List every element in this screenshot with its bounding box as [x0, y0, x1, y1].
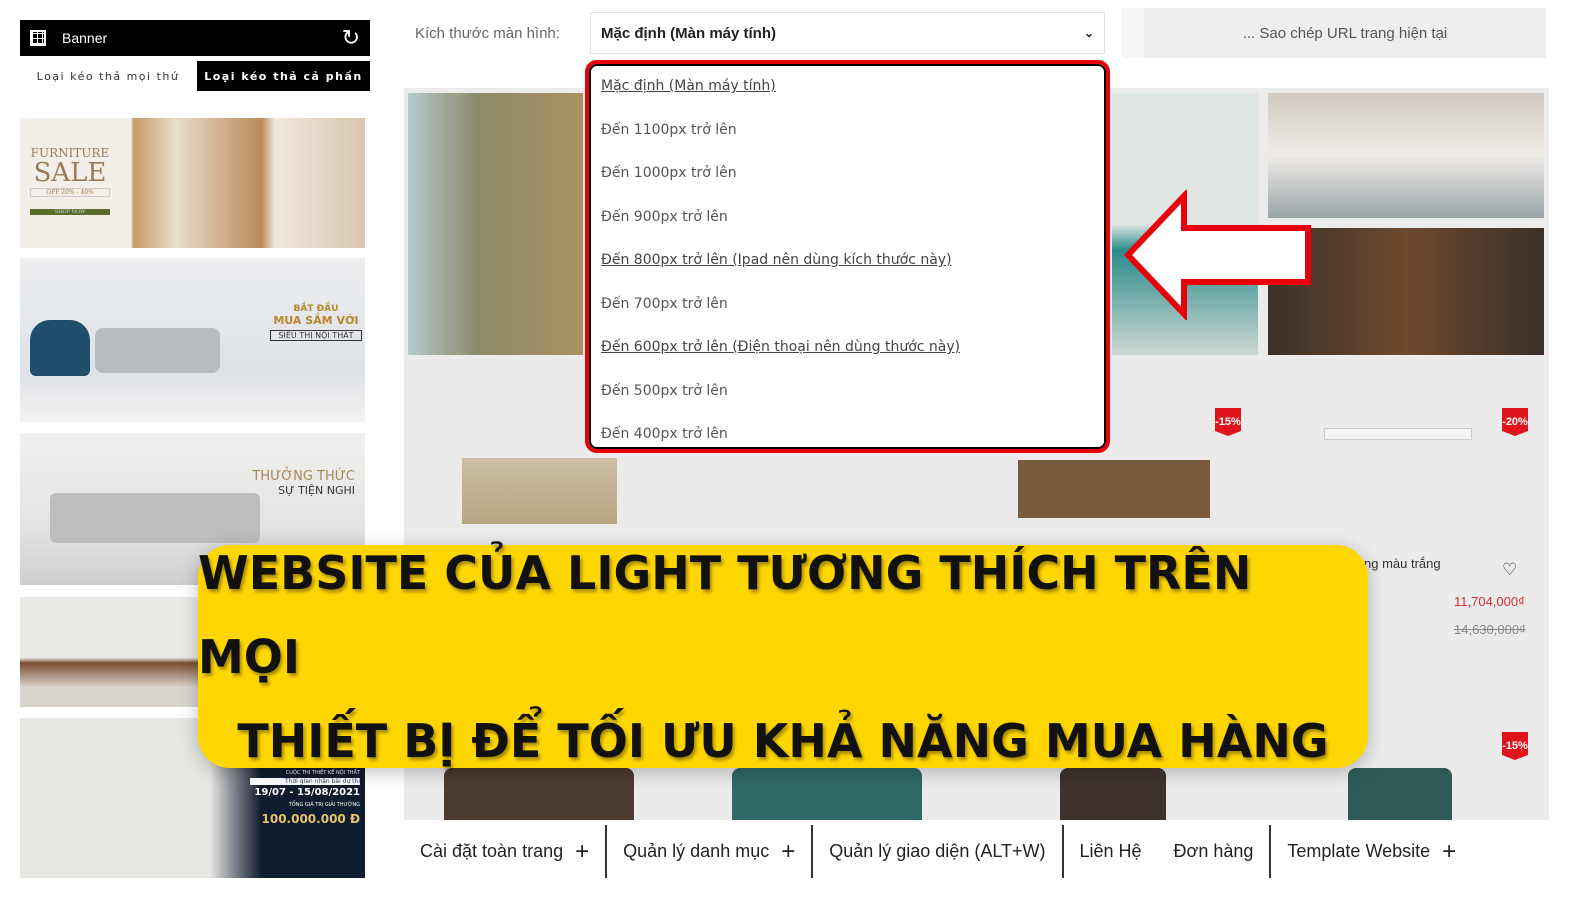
banner-text: SHOP NOW: [30, 209, 110, 215]
dropdown-option[interactable]: Đến 1100px trở lên: [601, 122, 737, 138]
banner-shopping[interactable]: BẮT ĐẦU MUA SẮM VỚI SIÊU THỊ NỘI THẤT: [20, 258, 365, 422]
banner-text: 19/07 - 15/08/2021: [254, 787, 360, 798]
banner-text: BẮT ĐẦU: [293, 304, 339, 314]
plus-icon: +: [575, 837, 590, 865]
panel-header: Banner ↻: [20, 20, 370, 56]
nav-label: Quản lý giao diện (ALT+W): [829, 841, 1046, 861]
product-name[interactable]: ng màu trắng: [1364, 556, 1441, 571]
banner-text: SỰ TIỆN NGHI: [278, 484, 355, 497]
panel-title: Banner: [62, 30, 108, 46]
tv-stand-image: [1018, 460, 1210, 518]
nav-category-management[interactable]: Quản lý danh mục +: [607, 825, 814, 878]
discount-badge: -15%: [1215, 408, 1241, 436]
headline-line-1: WEBSITE CỦA LIGHT TƯƠNG THÍCH TRÊN MỌI: [198, 545, 1252, 684]
grid-icon: [30, 30, 46, 46]
screen-size-dropdown: Mặc định (Màn máy tính) Đến 1100px trở l…: [585, 60, 1110, 453]
dropdown-option[interactable]: Mặc định (Màn máy tính): [601, 78, 776, 94]
plus-icon: +: [781, 837, 796, 865]
nav-page-settings[interactable]: Cài đặt toàn trang +: [404, 825, 608, 878]
tab-drag-section[interactable]: Loại kéo thả cả phần: [197, 61, 370, 91]
nav-label: Quản lý danh mục: [623, 841, 770, 861]
banner-text: 100.000.000 Đ: [261, 812, 361, 826]
screen-size-label: Kích thước màn hình:: [415, 25, 560, 42]
bed-image: [462, 458, 617, 524]
dropdown-option[interactable]: Đến 800px trở lên (Ipad nên dùng kích th…: [601, 252, 952, 268]
dropdown-option[interactable]: Đến 500px trở lên: [601, 383, 728, 399]
nav-label: Cài đặt toàn trang: [420, 841, 564, 861]
product-old-price: 14,630,000₫: [1454, 622, 1526, 637]
discount-badge: -20%: [1502, 408, 1528, 436]
nav-theme-management[interactable]: Quản lý giao diện (ALT+W): [813, 825, 1064, 878]
discount-badge: -15%: [1502, 732, 1528, 760]
bottom-nav: Cài đặt toàn trang + Quản lý danh mục + Qu…: [404, 825, 1472, 878]
banner-text: THƯỞNG THỨC: [252, 469, 355, 484]
nav-label: Đơn hàng: [1173, 841, 1254, 861]
sofa-image: [95, 328, 220, 373]
desk-image: [1324, 428, 1472, 440]
nav-orders[interactable]: Đơn hàng: [1158, 825, 1272, 878]
product-photo: [408, 93, 583, 355]
dropdown-option[interactable]: Đến 900px trở lên: [601, 209, 728, 225]
dropdown-option[interactable]: Đến 600px trở lên (Điện thoại nên dùng t…: [601, 339, 960, 355]
banner-text: SIÊU THỊ NỘI THẤT: [270, 330, 362, 341]
screen-size-select[interactable]: Mặc định (Màn máy tính) ⌄: [590, 12, 1105, 54]
banner-text: OFF 20% - 40%: [30, 188, 110, 197]
nav-template-website[interactable]: Template Website +: [1271, 825, 1472, 878]
banner-text: SALE: [33, 158, 107, 188]
nav-label: Liên Hệ: [1079, 841, 1142, 861]
armchair-image: [1348, 768, 1452, 820]
dropdown-option[interactable]: Đến 700px trở lên: [601, 296, 728, 312]
chair-image: [30, 320, 90, 376]
chevron-down-icon: ⌄: [1083, 26, 1094, 40]
headline-banner: WEBSITE CỦA LIGHT TƯƠNG THÍCH TRÊN MỌI T…: [198, 545, 1368, 768]
banner-text: TỔNG GIÁ TRỊ GIẢI THƯỞNG: [288, 802, 360, 808]
plus-icon: +: [1442, 837, 1457, 865]
nav-label: Template Website: [1287, 841, 1431, 861]
dropdown-option[interactable]: Đến 400px trở lên: [601, 426, 728, 442]
dropdown-option[interactable]: Đến 1000px trở lên: [601, 165, 737, 181]
banner-text: MUA SẮM VỚI: [273, 314, 359, 327]
heart-icon[interactable]: ♡: [1502, 560, 1517, 580]
copy-url-button[interactable]: ... Sao chép URL trang hiện tại: [1122, 8, 1546, 58]
headline-line-2: THIẾT BỊ ĐỂ TỐI ƯU KHẢ NĂNG MUA HÀNG: [237, 713, 1329, 768]
product-price: 11,704,000₫: [1454, 594, 1525, 609]
nav-contact[interactable]: Liên Hệ: [1064, 825, 1158, 878]
red-arrow-icon: [1123, 190, 1311, 320]
screen-size-value: Mặc định (Màn máy tính): [601, 24, 777, 42]
banner-furniture-sale[interactable]: FURNITURE SALE OFF 20% - 40% SHOP NOW: [20, 118, 365, 248]
refresh-icon[interactable]: ↻: [342, 27, 360, 49]
tab-drag-everything[interactable]: Loại kéo thả mọi thứ: [20, 61, 196, 91]
